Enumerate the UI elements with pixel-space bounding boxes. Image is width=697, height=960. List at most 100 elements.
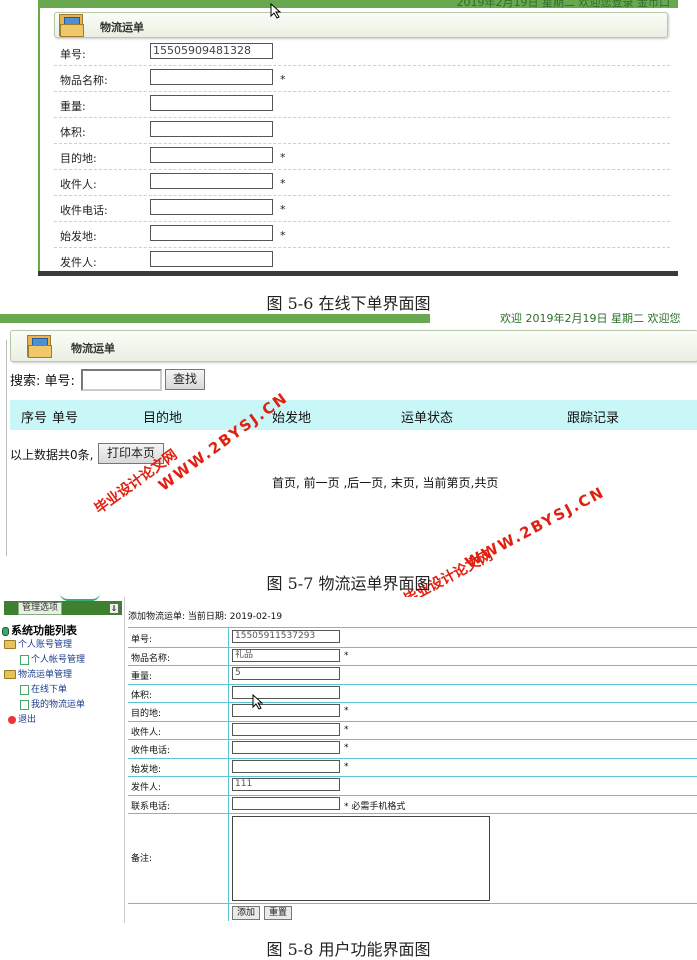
- field-hint: *: [344, 743, 349, 753]
- reset-button[interactable]: 重置: [264, 906, 292, 920]
- field-input[interactable]: 111: [232, 778, 340, 791]
- header-date-fragment: 2019年2月19日 星期二 欢迎您登录 金币口: [456, 0, 670, 9]
- field-input[interactable]: [150, 199, 273, 215]
- form-row: 发件人: 111: [128, 776, 697, 796]
- mouse-cursor-icon: [270, 3, 282, 19]
- folder-icon: [4, 670, 16, 679]
- field-label: 始发地:: [60, 230, 97, 243]
- field-hint: *: [344, 761, 349, 772]
- required-mark: *: [280, 73, 286, 86]
- sidebar-item-my-waybills[interactable]: 我的物流运单: [20, 697, 85, 710]
- tree-title: 系统功能列表: [2, 622, 77, 638]
- left-frame-edge: [6, 340, 7, 556]
- field-hint: *: [344, 650, 349, 661]
- panel-title: 物流运单: [71, 342, 115, 355]
- remark-row: 备注:: [128, 813, 697, 904]
- sidebar-header: 管理选项 ⇓: [4, 601, 122, 615]
- field-label: 目的地:: [60, 152, 97, 165]
- form-row: 物品名称: 礼品 *: [128, 646, 697, 666]
- field-input[interactable]: [232, 741, 340, 754]
- field-label: 收件人:: [60, 178, 97, 191]
- folder-icon: [4, 640, 16, 649]
- waybill-search-input[interactable]: [81, 369, 162, 391]
- logo-arc: [60, 593, 100, 601]
- header-date-fragment: 欢迎 2019年2月19日 星期二 欢迎您: [500, 312, 681, 325]
- add-waybill-form: 单号: 15505911537293 物品名称: 礼品 * 重量: 5 体积: 目的地: * 收件人…: [128, 627, 697, 921]
- required-mark: *: [280, 203, 286, 216]
- field-label: 始发地:: [131, 764, 162, 775]
- search-button[interactable]: 查找: [165, 369, 205, 390]
- field-input[interactable]: 5: [232, 667, 340, 680]
- collapse-toggle-icon[interactable]: ⇓: [109, 603, 119, 614]
- header-bar: 2019年2月19日 星期二 欢迎您登录 金币口: [38, 0, 678, 9]
- field-input[interactable]: [232, 796, 340, 810]
- user-function-screenshot: 管理选项 ⇓ 系统功能列表 个人账号管理 个人帐号管理 物流运单管理 在线下单 …: [0, 597, 697, 923]
- watermark-text: WWW.2BYSJ.CN: [462, 482, 608, 572]
- sidebar-item-account-management[interactable]: 个人账号管理: [4, 637, 72, 650]
- field-input[interactable]: [232, 704, 340, 717]
- page-icon: [20, 654, 29, 665]
- field-label: 备注:: [131, 854, 153, 864]
- field-label: 联系电话:: [131, 801, 171, 812]
- required-mark: *: [280, 229, 286, 242]
- button-row: 添加 重置: [128, 903, 697, 921]
- remark-textarea[interactable]: [232, 816, 490, 901]
- sidebar-item-waybill-management[interactable]: 物流运单管理: [4, 667, 72, 680]
- sidebar: 管理选项 ⇓ 系统功能列表 个人账号管理 个人帐号管理 物流运单管理 在线下单 …: [0, 597, 125, 923]
- field-hint: *: [344, 706, 349, 716]
- field-input[interactable]: [150, 225, 273, 241]
- col-header: 单号: [52, 411, 79, 426]
- form-row: 物品名称: *: [54, 66, 670, 92]
- form-row: 收件人: *: [128, 720, 697, 740]
- field-input[interactable]: [232, 759, 340, 773]
- page-icon: [20, 699, 29, 710]
- col-header: 跟踪记录: [567, 411, 620, 426]
- field-input[interactable]: [232, 722, 340, 736]
- caption-figure-5-7: 图 5-7 物流运单界面图: [266, 574, 431, 593]
- search-label: 搜索: 单号:: [10, 374, 75, 389]
- form-row: 单号: 15505911537293: [128, 628, 697, 648]
- sidebar-tab[interactable]: 管理选项: [18, 602, 62, 615]
- field-label: 发件人:: [60, 256, 97, 269]
- field-input[interactable]: 礼品: [232, 648, 340, 662]
- form-row: 始发地: *: [54, 222, 670, 248]
- form-row: 体积:: [54, 118, 670, 144]
- field-label: 重量:: [131, 672, 153, 682]
- tree-node-icon: [2, 626, 9, 636]
- sidebar-item-personal-account[interactable]: 个人帐号管理: [20, 652, 85, 665]
- field-input[interactable]: [150, 251, 273, 267]
- field-input[interactable]: [150, 147, 273, 163]
- form-row: 单号: 15505909481328: [54, 40, 670, 66]
- field-label: 体积:: [60, 126, 86, 139]
- required-mark: *: [280, 151, 286, 164]
- field-input[interactable]: [150, 121, 273, 137]
- logout-icon: [8, 715, 16, 724]
- field-input[interactable]: 15505911537293: [232, 630, 340, 643]
- field-input[interactable]: 15505909481328: [150, 43, 273, 59]
- online-order-screenshot: 2019年2月19日 星期二 欢迎您登录 金币口 物流运单 单号: 1550590…: [38, 0, 678, 276]
- left-frame-edge: [38, 8, 44, 271]
- mouse-cursor-icon: [252, 694, 264, 710]
- field-input[interactable]: [150, 69, 273, 85]
- field-label: 单号:: [131, 635, 153, 645]
- panel-header: 物流运单: [10, 330, 697, 362]
- field-label: 重量:: [60, 100, 86, 113]
- pagination: 首页, 前一页 ,后一页, 末页, 当前第页,共页: [272, 476, 499, 490]
- field-label: 物品名称:: [60, 74, 108, 87]
- add-button[interactable]: 添加: [232, 906, 260, 920]
- form-row: 体积:: [128, 683, 697, 703]
- field-input[interactable]: [150, 173, 273, 189]
- panel-title: 物流运单: [100, 21, 144, 34]
- form-row: 联系电话: * 必需手机格式: [128, 794, 697, 814]
- form-row: 收件电话: *: [54, 196, 670, 222]
- required-mark: *: [280, 177, 286, 190]
- field-label: 收件电话:: [131, 746, 171, 756]
- field-label: 体积:: [131, 690, 153, 701]
- form-row: 收件电话: *: [128, 739, 697, 759]
- sidebar-item-logout[interactable]: 退出: [8, 712, 36, 725]
- sidebar-item-online-order[interactable]: 在线下单: [20, 682, 67, 695]
- field-input[interactable]: [232, 685, 340, 699]
- field-label: 物品名称:: [131, 653, 171, 664]
- bottom-bar: [38, 271, 678, 276]
- field-input[interactable]: [150, 95, 273, 111]
